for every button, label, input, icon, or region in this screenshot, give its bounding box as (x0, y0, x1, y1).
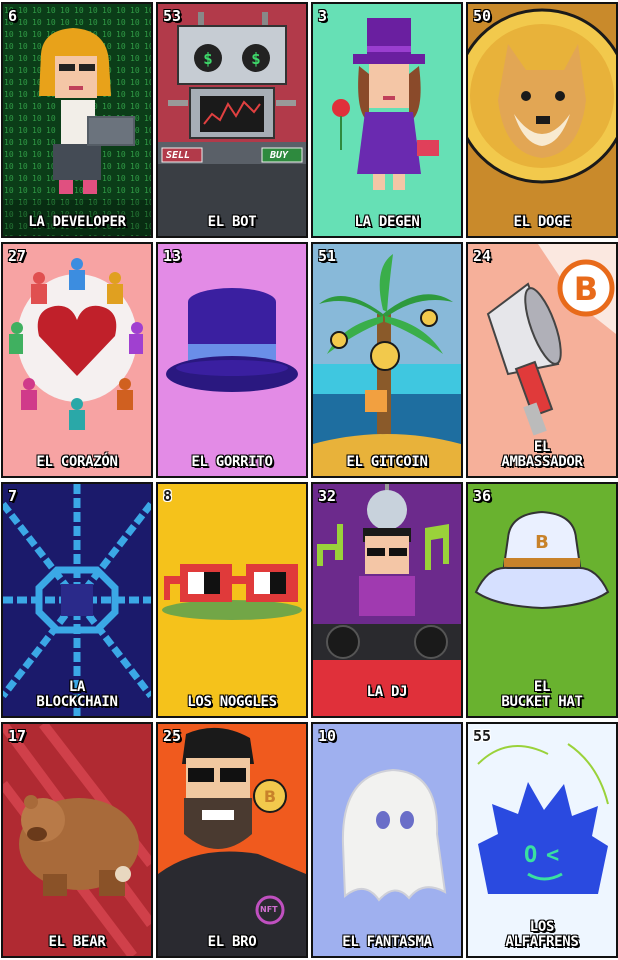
card-number: 25 (163, 727, 182, 745)
card-number: 32 (318, 487, 337, 505)
card-la-dj[interactable]: 32 LA DJ (311, 482, 463, 718)
doge-coin-icon (468, 4, 616, 236)
card-el-ambassador[interactable]: B 24 EL AMBASSADOR (466, 242, 618, 478)
card-title: EL GORRITO (191, 454, 273, 470)
bear-icon (3, 724, 151, 956)
card-el-gitcoin[interactable]: 51 EL GITCOIN (311, 242, 463, 478)
card-title: EL BOT (207, 214, 257, 230)
palm-tree-coins-icon (313, 244, 461, 476)
card-title: EL FANTASMA (342, 934, 432, 950)
card-el-bucket-hat[interactable]: B 36 EL BUCKET HAT (466, 482, 618, 718)
svg-text:$: $ (251, 49, 261, 68)
card-el-bear[interactable]: 17 EL BEAR (1, 722, 153, 958)
nft-badge: NFT (260, 905, 278, 914)
trading-robot-icon: $ $ (158, 4, 306, 236)
buy-button-label: BUY (270, 150, 289, 161)
card-el-gorrito[interactable]: 13 EL GORRITO (156, 242, 308, 478)
card-title: LOS ALFAFRENS (505, 919, 579, 950)
loteria-board: 10 6 LA DEVELOPER (0, 0, 618, 960)
card-la-developer[interactable]: 10 6 LA DEVELOPER (1, 2, 153, 238)
card-number: 6 (8, 7, 18, 25)
card-el-bro[interactable]: B NFT 25 EL BRO (156, 722, 308, 958)
card-title: EL BUCKET HAT (501, 679, 583, 710)
card-number: 3 (318, 7, 328, 25)
card-title: LA DEGEN (354, 214, 420, 230)
card-title: LA BLOCKCHAIN (36, 679, 118, 710)
card-los-noggles[interactable]: 8 LOS NOGGLES (156, 482, 308, 718)
card-los-alfafrens[interactable]: O < 55 LOS ALFAFRENS (466, 722, 618, 958)
card-la-degen[interactable]: 3 LA DEGEN (311, 2, 463, 238)
svg-text:$: $ (203, 49, 213, 68)
card-el-fantasma[interactable]: 10 EL FANTASMA (311, 722, 463, 958)
card-el-corazon[interactable]: 27 EL CORAZÓN (1, 242, 153, 478)
top-hat-icon (158, 244, 306, 476)
card-title: LOS NOGGLES (187, 694, 277, 710)
card-title: EL BEAR (48, 934, 106, 950)
card-number: 13 (163, 247, 182, 265)
card-number: 24 (473, 247, 492, 265)
ghost-icon (313, 724, 461, 956)
card-number: 55 (473, 727, 492, 745)
noggles-glasses-icon (158, 484, 306, 716)
card-number: 8 (163, 487, 173, 505)
svg-text:O: O (524, 843, 537, 868)
card-number: 7 (8, 487, 18, 505)
heart-people-circle-icon (3, 244, 151, 476)
card-el-doge[interactable]: 50 EL DOGE (466, 2, 618, 238)
card-number: 27 (8, 247, 27, 265)
card-number: 36 (473, 487, 492, 505)
card-la-blockchain[interactable]: 7 LA BLOCKCHAIN (1, 482, 153, 718)
card-title: EL BRO (207, 934, 257, 950)
svg-text:<: < (546, 843, 559, 868)
card-number: 53 (163, 7, 182, 25)
bearded-bro-coin-icon: B (158, 724, 306, 956)
dj-turntables-icon (313, 484, 461, 716)
card-title: EL AMBASSADOR (501, 439, 583, 470)
card-number: 50 (473, 7, 492, 25)
sell-button-label: SELL (166, 150, 191, 161)
svg-text:B: B (535, 532, 549, 553)
svg-text:B: B (264, 787, 276, 806)
card-el-bot[interactable]: $ $ SELL BUY 53 EL BOT (156, 2, 308, 238)
card-title: LA DEVELOPER (28, 214, 126, 230)
card-number: 10 (318, 727, 337, 745)
card-title: EL CORAZÓN (36, 454, 118, 470)
svg-text:B: B (574, 270, 598, 308)
card-title: LA DJ (366, 684, 408, 700)
card-title: EL GITCOIN (346, 454, 428, 470)
card-title: EL DOGE (513, 214, 571, 230)
woman-top-hat-rose-icon (313, 4, 461, 236)
card-number: 17 (8, 727, 27, 745)
card-number: 51 (318, 247, 337, 265)
